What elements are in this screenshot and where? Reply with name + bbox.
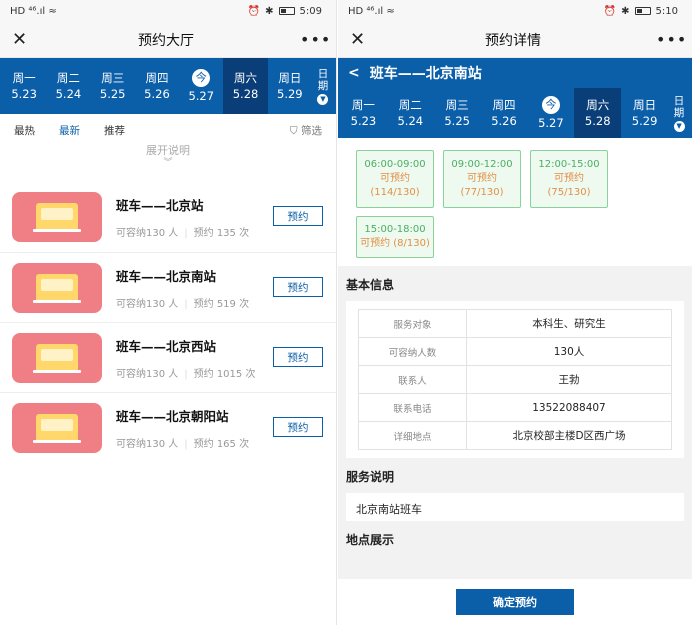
list-item[interactable]: 班车——北京朝阳站 可容纳130 人 | 预约 165 次 预约 xyxy=(0,392,336,462)
funnel-icon: ⛉ xyxy=(289,124,298,137)
week-selector: 周一 5.23 周二 5.24 周三 5.25 周四 5.26 今 5.27 周六 5.28… xyxy=(338,88,692,138)
service-desc: 北京南站班车 xyxy=(346,493,684,521)
bus-icon xyxy=(33,203,81,232)
more-icon[interactable]: ••• xyxy=(656,30,686,49)
day-wed[interactable]: 周三 5.25 xyxy=(434,88,481,138)
bluetooth-icon: ✱ xyxy=(621,5,630,17)
back-icon[interactable]: < xyxy=(348,65,360,81)
today-badge: 今 xyxy=(192,68,211,87)
table-row: 详细地点 北京校部主楼D区西广场 xyxy=(358,421,672,450)
day-thu[interactable]: 周四 5.26 xyxy=(135,58,179,114)
bus-thumbnail xyxy=(12,402,102,453)
table-row: 联系人 王勃 xyxy=(358,365,672,394)
day-today[interactable]: 今 5.27 xyxy=(527,88,574,138)
confirm-booking-button[interactable]: 确定预约 xyxy=(456,589,574,615)
bus-thumbnail xyxy=(12,332,102,383)
day-sun[interactable]: 周日 5.29 xyxy=(621,88,668,138)
table-row: 联系电话 13522088407 xyxy=(358,393,672,422)
day-wed[interactable]: 周三 5.25 xyxy=(91,58,135,114)
bluetooth-icon: ✱ xyxy=(265,5,274,17)
page-title: 预约大厅 xyxy=(138,32,194,49)
day-today[interactable]: 今 5.27 xyxy=(179,58,223,114)
basic-info-title: 基本信息 xyxy=(346,278,395,292)
book-button[interactable]: 预约 xyxy=(273,206,323,226)
nav-bar: ✕ 预约大厅 ••• xyxy=(0,22,336,58)
alarm-icon: ⏰ xyxy=(603,5,617,17)
book-button[interactable]: 预约 xyxy=(273,417,323,437)
chevron-down-icon: ▼ xyxy=(673,120,685,132)
day-mon[interactable]: 周一 5.23 xyxy=(2,58,46,114)
tab-new[interactable]: 最新 xyxy=(59,123,80,138)
confirm-bar: 确定预约 xyxy=(338,579,692,625)
service-list: 班车——北京站 可容纳130 人 | 预约 135 次 预约 班车——北京南站 可容… xyxy=(0,182,336,462)
info-table: 服务对象 本科生、研究生 可容纳人数 130人 联系人 王勃 联系电话 13522088… xyxy=(358,309,672,450)
alarm-icon: ⏰ xyxy=(247,5,261,17)
time-slots: 06:00-09:00 可预约 (114/130) 09:00-12:00 可预约 (7… xyxy=(338,138,692,266)
bus-icon xyxy=(33,413,81,443)
list-item[interactable]: 班车——北京南站 可容纳130 人 | 预约 519 次 预约 xyxy=(0,252,336,322)
battery-icon xyxy=(278,7,295,15)
double-chevron-down-icon: ︾ xyxy=(163,158,173,168)
booking-detail-screen: HD ⁴⁶.ıl ≈ ⏰ ✱ 5:10 ✕ 预约详情 ••• < 班车——北京南… xyxy=(338,0,692,625)
tab-recommend[interactable]: 推荐 xyxy=(104,123,125,138)
date-picker-button[interactable]: 日期 ▼ xyxy=(668,88,690,138)
status-bar: HD ⁴⁶.ıl ≈ ⏰ ✱ 5:10 xyxy=(338,0,692,22)
table-row: 服务对象 本科生、研究生 xyxy=(358,309,672,338)
page-title: 预约详情 xyxy=(485,32,541,49)
expand-description[interactable]: 展开说明 ︾ xyxy=(0,144,336,170)
table-row: 可容纳人数 130人 xyxy=(358,337,672,366)
route-header: < 班车——北京南站 xyxy=(338,58,692,88)
close-icon[interactable]: ✕ xyxy=(12,29,32,50)
bus-thumbnail xyxy=(12,192,102,242)
filter-button[interactable]: ⛉ 筛选 xyxy=(290,123,322,138)
basic-info-panel: 服务对象 本科生、研究生 可容纳人数 130人 联系人 王勃 联系电话 13522088… xyxy=(346,301,684,458)
date-picker-button[interactable]: 日期 ▼ xyxy=(312,58,334,114)
time-slot[interactable]: 15:00-18:00 可预约 (8/130) xyxy=(356,216,434,258)
bus-icon xyxy=(33,273,81,303)
day-thu[interactable]: 周四 5.26 xyxy=(481,88,528,138)
day-tue[interactable]: 周二 5.24 xyxy=(387,88,434,138)
book-button[interactable]: 预约 xyxy=(273,347,323,367)
book-button[interactable]: 预约 xyxy=(273,277,323,297)
chevron-down-icon: ▼ xyxy=(317,93,329,105)
list-item[interactable]: 班车——北京西站 可容纳130 人 | 预约 1015 次 预约 xyxy=(0,322,336,392)
sort-tabs: 最热 最新 推荐 ⛉ 筛选 xyxy=(0,114,336,146)
bus-thumbnail xyxy=(12,262,102,313)
close-icon[interactable]: ✕ xyxy=(350,29,370,50)
today-badge: 今 xyxy=(541,95,560,114)
location-title: 地点展示 xyxy=(346,533,395,547)
signal-icons: HD ⁴⁶.ıl ≈ xyxy=(10,5,57,17)
list-item[interactable]: 班车——北京站 可容纳130 人 | 预约 135 次 预约 xyxy=(0,182,336,252)
day-sat-selected[interactable]: 周六 5.28 xyxy=(223,58,268,114)
day-sat-selected[interactable]: 周六 5.28 xyxy=(574,88,622,138)
service-desc-title: 服务说明 xyxy=(346,470,395,484)
battery-icon xyxy=(634,7,651,15)
week-selector: 周一 5.23 周二 5.24 周三 5.25 周四 5.26 今 5.27 周六 5.28… xyxy=(0,58,336,114)
more-icon[interactable]: ••• xyxy=(300,30,330,49)
day-mon[interactable]: 周一 5.23 xyxy=(340,88,387,138)
signal-icons: HD ⁴⁶.ıl ≈ xyxy=(348,5,395,17)
nav-bar: ✕ 预约详情 ••• xyxy=(338,22,692,58)
route-title: 班车——北京南站 xyxy=(369,66,482,82)
time-slot[interactable]: 09:00-12:00 可预约 (77/130) xyxy=(443,150,521,208)
tab-hot[interactable]: 最热 xyxy=(14,123,35,138)
day-sun[interactable]: 周日 5.29 xyxy=(268,58,312,114)
bus-icon xyxy=(33,343,81,373)
time-slot[interactable]: 12:00-15:00 可预约 (75/130) xyxy=(530,150,608,208)
status-time: 5:09 xyxy=(299,5,322,17)
day-tue[interactable]: 周二 5.24 xyxy=(46,58,90,114)
status-time: 5:10 xyxy=(655,5,678,17)
status-bar: HD ⁴⁶.ıl ≈ ⏰ ✱ 5:09 xyxy=(0,0,336,22)
time-slot[interactable]: 06:00-09:00 可预约 (114/130) xyxy=(356,150,434,208)
booking-hall-screen: HD ⁴⁶.ıl ≈ ⏰ ✱ 5:09 ✕ 预约大厅 ••• 周一 5.23 周二… xyxy=(0,0,337,625)
